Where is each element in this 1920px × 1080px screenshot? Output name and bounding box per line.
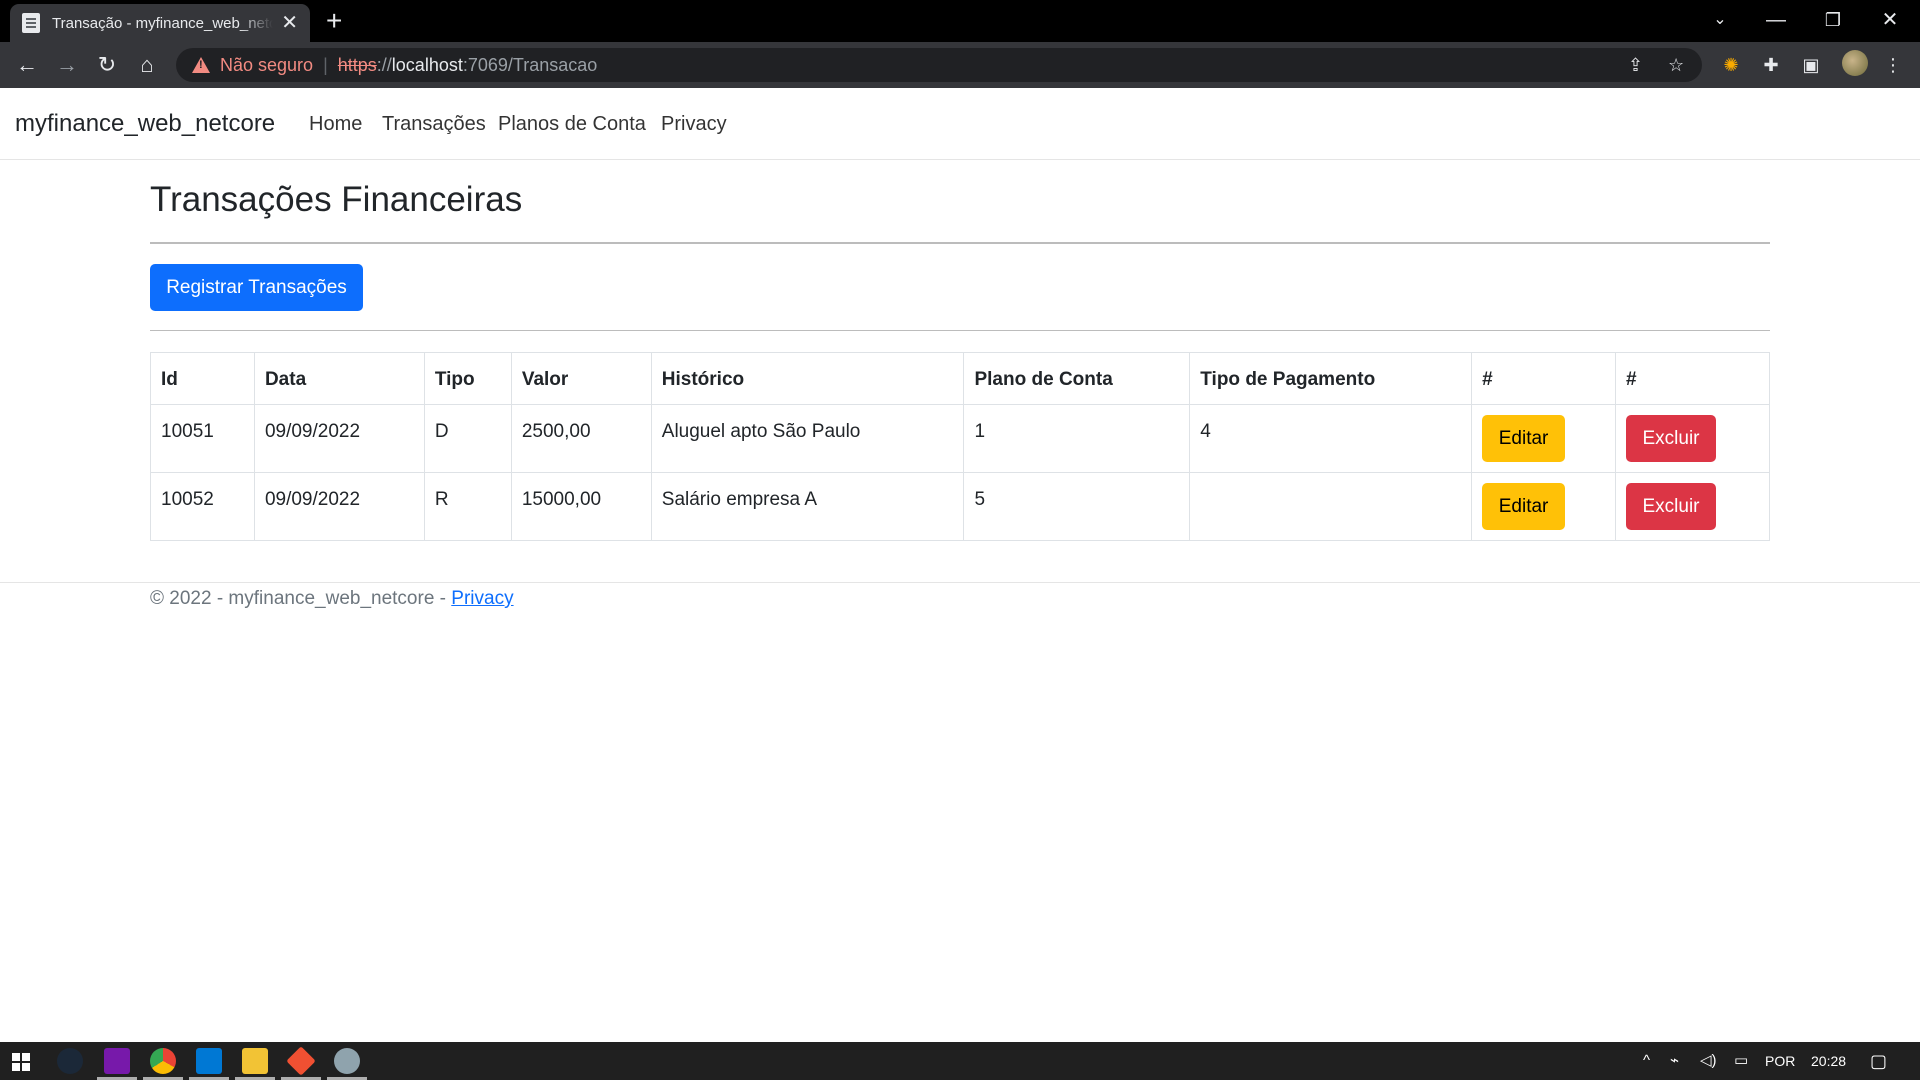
menu-kebab-icon[interactable]: ⋮: [1880, 54, 1906, 76]
column-header-plano-de-conta: Plano de Conta: [963, 352, 1191, 405]
cell-edit: Editar: [1471, 472, 1616, 541]
bookmark-star-icon[interactable]: ☆: [1668, 48, 1684, 82]
notifications-icon[interactable]: ▢: [1870, 1051, 1887, 1071]
cell-historico: Aluguel apto São Paulo: [650, 404, 965, 473]
page-icon: [22, 13, 40, 33]
url-host: localhost: [391, 54, 463, 75]
steam-icon[interactable]: [57, 1048, 83, 1074]
cell-pagamento: 4: [1189, 404, 1473, 473]
windows-start-icon[interactable]: [12, 1053, 30, 1071]
git-icon[interactable]: [286, 1046, 316, 1076]
url-scheme: https: [337, 54, 377, 75]
tab-search-icon[interactable]: ⌄: [1700, 6, 1740, 34]
cell-data: 09/09/2022: [253, 404, 425, 473]
os-taskbar: ^ ⌁ ◁) ▭ POR 20:28 ▢: [0, 1042, 1920, 1080]
cell-id: 10051: [150, 404, 255, 473]
not-secure-label[interactable]: Não seguro: [220, 55, 313, 76]
delete-button[interactable]: Excluir: [1626, 415, 1716, 462]
app-icon[interactable]: [334, 1048, 360, 1074]
cell-tipo: D: [423, 404, 512, 473]
vscode-icon[interactable]: [196, 1048, 222, 1074]
reload-icon[interactable]: ↻: [91, 50, 123, 80]
onenote-icon[interactable]: [104, 1048, 130, 1074]
column-header-tipo: Tipo: [423, 352, 512, 405]
table-row: 10051 09/09/2022 D 2500,00 Aluguel apto …: [150, 404, 1770, 473]
url-scheme-separator: ://: [376, 54, 392, 75]
minimize-icon[interactable]: —: [1756, 6, 1796, 34]
cell-plano: 5: [963, 472, 1191, 541]
column-header-data: Data: [253, 352, 425, 405]
chrome-icon[interactable]: [150, 1048, 176, 1074]
nav-link-planos-de-conta[interactable]: Planos de Conta: [498, 113, 646, 136]
title-divider: [150, 242, 1770, 244]
new-tab-icon[interactable]: +: [326, 6, 342, 36]
section-divider: [150, 330, 1770, 331]
home-icon[interactable]: ⌂: [131, 50, 163, 80]
cell-delete: Excluir: [1615, 404, 1770, 473]
cell-historico: Salário empresa A: [650, 472, 965, 541]
nav-link-transacoes[interactable]: Transações: [382, 113, 486, 136]
share-icon[interactable]: ⇪: [1628, 48, 1643, 82]
clock[interactable]: 20:28: [1811, 1051, 1846, 1071]
cell-id: 10052: [150, 472, 255, 541]
restore-icon[interactable]: ❐: [1813, 6, 1853, 34]
cell-plano: 1: [963, 404, 1191, 473]
nav-link-privacy[interactable]: Privacy: [661, 113, 727, 136]
column-header-delete: #: [1615, 352, 1770, 405]
table-header-row: Id Data Tipo Valor Histórico Plano de Co…: [150, 352, 1770, 405]
close-window-icon[interactable]: ✕: [1870, 6, 1910, 34]
tab-title: Transação - myfinance_web_netcore: [52, 14, 274, 32]
edit-button[interactable]: Editar: [1482, 483, 1566, 530]
extensions-puzzle-icon[interactable]: ✚: [1758, 54, 1784, 76]
extension-icon[interactable]: ✺: [1718, 54, 1744, 76]
close-tab-icon[interactable]: ✕: [281, 13, 298, 33]
table-row: 10052 09/09/2022 R 15000,00 Salário empr…: [150, 472, 1770, 541]
url-separator: |: [323, 54, 328, 75]
tray-chevron-icon[interactable]: ^: [1643, 1051, 1650, 1071]
transactions-table: Id Data Tipo Valor Histórico Plano de Co…: [150, 352, 1770, 541]
edit-button[interactable]: Editar: [1482, 415, 1566, 462]
browser-toolbar: ← → ↻ ⌂ Não seguro | https://localhost:7…: [0, 42, 1920, 88]
warning-icon: [192, 57, 210, 73]
file-explorer-icon[interactable]: [242, 1048, 268, 1074]
register-transaction-button[interactable]: Registrar Transações: [150, 264, 363, 311]
cell-data: 09/09/2022: [253, 472, 425, 541]
cell-pagamento: [1189, 472, 1473, 541]
cell-tipo: R: [423, 472, 512, 541]
cell-delete: Excluir: [1615, 472, 1770, 541]
cell-valor: 2500,00: [510, 404, 652, 473]
language-indicator[interactable]: POR: [1765, 1051, 1795, 1071]
volume-icon[interactable]: ◁): [1700, 1051, 1717, 1071]
url-path: :7069/Transacao: [462, 54, 598, 75]
nav-link-home[interactable]: Home: [309, 113, 362, 136]
page-title: Transações Financeiras: [150, 180, 523, 219]
forward-icon[interactable]: →: [51, 50, 83, 80]
side-panel-icon[interactable]: ▣: [1798, 54, 1824, 76]
address-bar[interactable]: Não seguro | https://localhost:7069/Tran…: [176, 48, 1702, 82]
column-header-historico: Histórico: [650, 352, 965, 405]
column-header-id: Id: [150, 352, 255, 405]
footer: © 2022 - myfinance_web_netcore - Privacy: [150, 588, 514, 610]
footer-copyright: © 2022 - myfinance_web_netcore -: [150, 588, 452, 609]
site-brand[interactable]: myfinance_web_netcore: [15, 110, 275, 138]
browser-tabstrip: Transação - myfinance_web_netcore ✕ + ⌄ …: [0, 0, 1920, 42]
column-header-edit: #: [1471, 352, 1616, 405]
cell-edit: Editar: [1471, 404, 1616, 473]
profile-avatar[interactable]: [1842, 50, 1868, 76]
browser-tab[interactable]: Transação - myfinance_web_netcore ✕: [10, 4, 310, 42]
site-navbar: myfinance_web_netcore Home Transações Pl…: [0, 88, 1920, 160]
back-icon[interactable]: ←: [11, 50, 43, 80]
column-header-valor: Valor: [510, 352, 652, 405]
network-icon[interactable]: ⌁: [1670, 1051, 1679, 1071]
delete-button[interactable]: Excluir: [1626, 483, 1716, 530]
cell-valor: 15000,00: [510, 472, 652, 541]
column-header-tipo-de-pagamento: Tipo de Pagamento: [1189, 352, 1473, 405]
display-icon[interactable]: ▭: [1734, 1051, 1748, 1071]
footer-privacy-link[interactable]: Privacy: [451, 588, 513, 609]
footer-divider: [0, 582, 1920, 583]
